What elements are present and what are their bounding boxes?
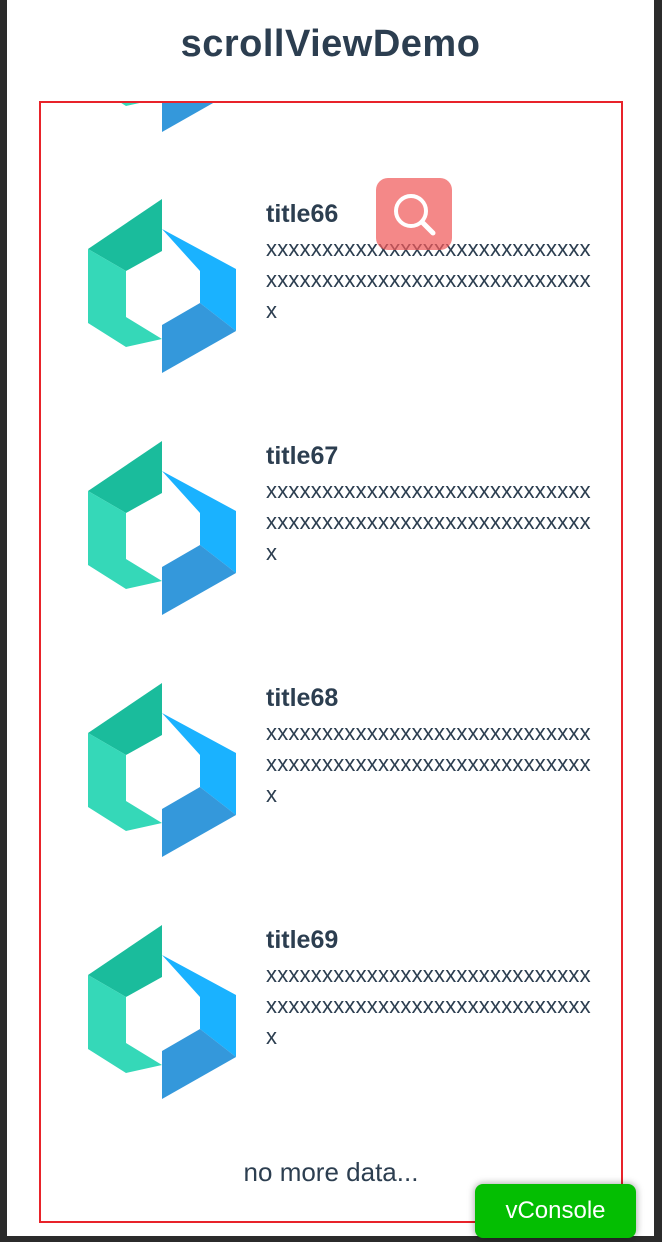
item-description: xxxxxxxxxxxxxxxxxxxxxxxxxxxxxxxxxxxxxxxx… <box>266 962 591 1049</box>
hexagon-logo-icon <box>121 103 214 132</box>
hexagon-logo-icon <box>88 199 236 373</box>
item-title: title69 <box>266 926 339 954</box>
item-title: title66 <box>266 200 339 228</box>
scroll-view[interactable]: title66 xxxxxxxxxxxxxxxxxxxxxxxxxxxxxxxx… <box>39 101 623 1223</box>
hexagon-logo-icon <box>88 925 236 1099</box>
item-description: xxxxxxxxxxxxxxxxxxxxxxxxxxxxxxxxxxxxxxxx… <box>266 478 591 565</box>
page: scrollViewDemo title66 xxxxxxxxxxxxxxxxx… <box>7 0 654 1236</box>
item-title: title68 <box>266 684 339 712</box>
vconsole-button[interactable]: vConsole <box>475 1184 636 1238</box>
list-item[interactable]: title68 xxxxxxxxxxxxxxxxxxxxxxxxxxxxxxxx… <box>41 683 621 883</box>
search-button[interactable] <box>376 178 452 250</box>
item-description: xxxxxxxxxxxxxxxxxxxxxxxxxxxxxxxxxxxxxxxx… <box>266 720 591 807</box>
list-item[interactable]: title67 xxxxxxxxxxxxxxxxxxxxxxxxxxxxxxxx… <box>41 441 621 641</box>
page-title: scrollViewDemo <box>180 23 481 65</box>
hexagon-logo-icon <box>88 683 236 857</box>
search-icon <box>394 194 436 236</box>
hexagon-logo-icon <box>88 441 236 615</box>
item-title: title67 <box>266 442 339 470</box>
list-item[interactable]: title69 xxxxxxxxxxxxxxxxxxxxxxxxxxxxxxxx… <box>41 925 621 1125</box>
list-item[interactable]: title66 xxxxxxxxxxxxxxxxxxxxxxxxxxxxxxxx… <box>41 199 621 399</box>
